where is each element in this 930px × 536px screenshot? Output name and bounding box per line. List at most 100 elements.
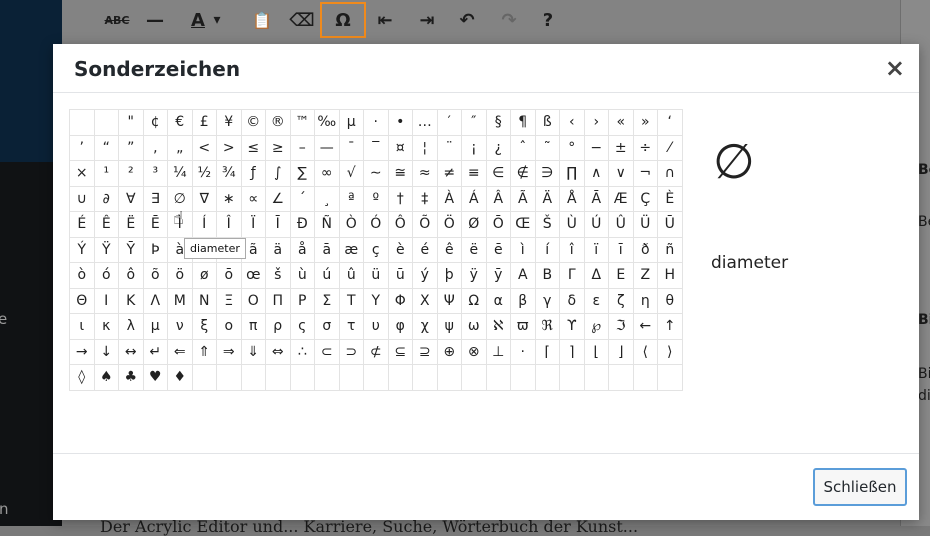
character-cell[interactable]: Ç bbox=[632, 185, 658, 212]
character-cell[interactable]: ∂ bbox=[93, 185, 119, 212]
character-cell[interactable]: Ñ bbox=[314, 211, 340, 238]
character-cell[interactable]: Ü bbox=[632, 211, 658, 238]
character-cell[interactable]: ∼ bbox=[363, 160, 389, 187]
character-cell[interactable]: ð bbox=[632, 236, 658, 263]
character-cell[interactable]: º bbox=[363, 185, 389, 212]
character-cell[interactable]: ¬ bbox=[632, 160, 658, 187]
character-cell[interactable]: ⊇ bbox=[412, 338, 438, 365]
redo-button[interactable]: ↷ bbox=[489, 5, 529, 35]
character-cell[interactable]: ⊂ bbox=[314, 338, 340, 365]
character-cell[interactable]: ω bbox=[461, 313, 487, 340]
character-cell[interactable]: ¥ bbox=[216, 109, 242, 136]
character-cell[interactable]: š bbox=[265, 262, 291, 289]
character-cell[interactable]: Þ bbox=[142, 236, 168, 263]
character-cell[interactable]: † bbox=[387, 185, 413, 212]
character-cell[interactable]: ÿ bbox=[461, 262, 487, 289]
character-cell[interactable]: Ð bbox=[289, 211, 315, 238]
character-cell[interactable]: Τ bbox=[338, 287, 364, 314]
character-cell[interactable]: ‹ bbox=[559, 109, 585, 136]
character-cell[interactable]: ū bbox=[387, 262, 413, 289]
character-cell[interactable]: ¶ bbox=[510, 109, 536, 136]
character-cell[interactable]: < bbox=[191, 134, 217, 161]
character-cell[interactable]: ⊕ bbox=[436, 338, 462, 365]
character-cell[interactable]: υ bbox=[363, 313, 389, 340]
character-cell[interactable]: æ bbox=[338, 236, 364, 263]
character-cell[interactable]: Ȳ bbox=[118, 236, 144, 263]
character-cell[interactable]: Ε bbox=[608, 262, 634, 289]
character-cell[interactable]: ∑ bbox=[289, 160, 315, 187]
character-cell[interactable]: ‘ bbox=[657, 109, 683, 136]
character-cell[interactable]: ρ bbox=[265, 313, 291, 340]
character-cell[interactable]: μ bbox=[142, 313, 168, 340]
character-cell[interactable]: ù bbox=[289, 262, 315, 289]
character-cell[interactable]: ¿ bbox=[485, 134, 511, 161]
increase-indent-button[interactable]: ⇥ bbox=[407, 5, 447, 35]
character-cell[interactable]: ¡ bbox=[461, 134, 487, 161]
character-cell[interactable]: ò bbox=[69, 262, 95, 289]
character-cell[interactable]: √ bbox=[338, 160, 364, 187]
character-cell[interactable]: Ξ bbox=[216, 287, 242, 314]
character-cell[interactable]: — bbox=[314, 134, 340, 161]
character-cell[interactable]: ′ bbox=[436, 109, 462, 136]
character-cell[interactable]: ∋ bbox=[534, 160, 560, 187]
character-cell[interactable]: ℘ bbox=[583, 313, 609, 340]
character-cell[interactable]: ∇ bbox=[191, 185, 217, 212]
character-cell[interactable]: Π bbox=[265, 287, 291, 314]
character-cell[interactable]: ‾ bbox=[363, 134, 389, 161]
character-cell[interactable]: ℜ bbox=[534, 313, 560, 340]
character-cell[interactable]: ≥ bbox=[265, 134, 291, 161]
character-cell[interactable]: ñ bbox=[657, 236, 683, 263]
character-cell[interactable]: κ bbox=[93, 313, 119, 340]
character-cell[interactable]: Ä bbox=[534, 185, 560, 212]
character-cell[interactable]: … bbox=[412, 109, 438, 136]
character-cell[interactable]: ō bbox=[216, 262, 242, 289]
character-cell[interactable]: ↵ bbox=[142, 338, 168, 365]
character-cell[interactable]: ϒ bbox=[559, 313, 585, 340]
character-cell[interactable]: Κ bbox=[118, 287, 144, 314]
character-cell[interactable]: ∈ bbox=[485, 160, 511, 187]
character-cell[interactable]: Σ bbox=[314, 287, 340, 314]
character-cell[interactable]: ↑ bbox=[657, 313, 683, 340]
strikethrough-button[interactable]: ABC bbox=[97, 5, 137, 35]
character-cell[interactable]: Ζ bbox=[632, 262, 658, 289]
character-cell[interactable]: ó bbox=[93, 262, 119, 289]
character-cell[interactable]: © bbox=[240, 109, 266, 136]
character-cell[interactable]: ↔ bbox=[118, 338, 144, 365]
character-cell[interactable]: ∨ bbox=[608, 160, 634, 187]
character-cell[interactable]: Î bbox=[216, 211, 242, 238]
character-cell[interactable]: þ bbox=[436, 262, 462, 289]
character-cell[interactable]: ξ bbox=[191, 313, 217, 340]
character-cell[interactable]: ⌈ bbox=[534, 338, 560, 365]
character-cell[interactable]: é bbox=[412, 236, 438, 263]
character-cell[interactable]: ↓ bbox=[93, 338, 119, 365]
character-cell[interactable]: ý bbox=[412, 262, 438, 289]
character-cell[interactable]: £ bbox=[191, 109, 217, 136]
character-cell[interactable]: ⌊ bbox=[583, 338, 609, 365]
character-cell[interactable]: Ā bbox=[583, 185, 609, 212]
character-cell[interactable]: È bbox=[657, 185, 683, 212]
character-cell[interactable]: Ê bbox=[93, 211, 119, 238]
character-cell[interactable]: ā bbox=[314, 236, 340, 263]
character-cell[interactable]: “ bbox=[93, 134, 119, 161]
character-cell[interactable]: ε bbox=[583, 287, 609, 314]
clear-formatting-button[interactable]: ⌫ bbox=[282, 5, 322, 35]
character-cell[interactable]: ℵ bbox=[485, 313, 511, 340]
character-cell[interactable]: ē bbox=[485, 236, 511, 263]
character-cell[interactable]: ü bbox=[363, 262, 389, 289]
character-cell[interactable]: ⟨ bbox=[632, 338, 658, 365]
undo-button[interactable]: ↶ bbox=[447, 5, 487, 35]
character-cell[interactable]: Û bbox=[608, 211, 634, 238]
character-cell[interactable]: ≠ bbox=[436, 160, 462, 187]
character-cell[interactable]: ∏ bbox=[559, 160, 585, 187]
character-cell[interactable]: ¼ bbox=[167, 160, 193, 187]
character-cell[interactable]: ∝ bbox=[240, 185, 266, 212]
character-cell[interactable]: ß bbox=[534, 109, 560, 136]
character-cell[interactable]: É bbox=[69, 211, 95, 238]
character-cell[interactable]: φ bbox=[387, 313, 413, 340]
character-cell[interactable]: Š bbox=[534, 211, 560, 238]
character-cell[interactable]: Ë bbox=[118, 211, 144, 238]
character-cell[interactable]: ⇑ bbox=[191, 338, 217, 365]
character-cell[interactable]: Ÿ bbox=[93, 236, 119, 263]
character-cell[interactable]: Υ bbox=[363, 287, 389, 314]
character-cell[interactable]: ∗ bbox=[216, 185, 242, 212]
